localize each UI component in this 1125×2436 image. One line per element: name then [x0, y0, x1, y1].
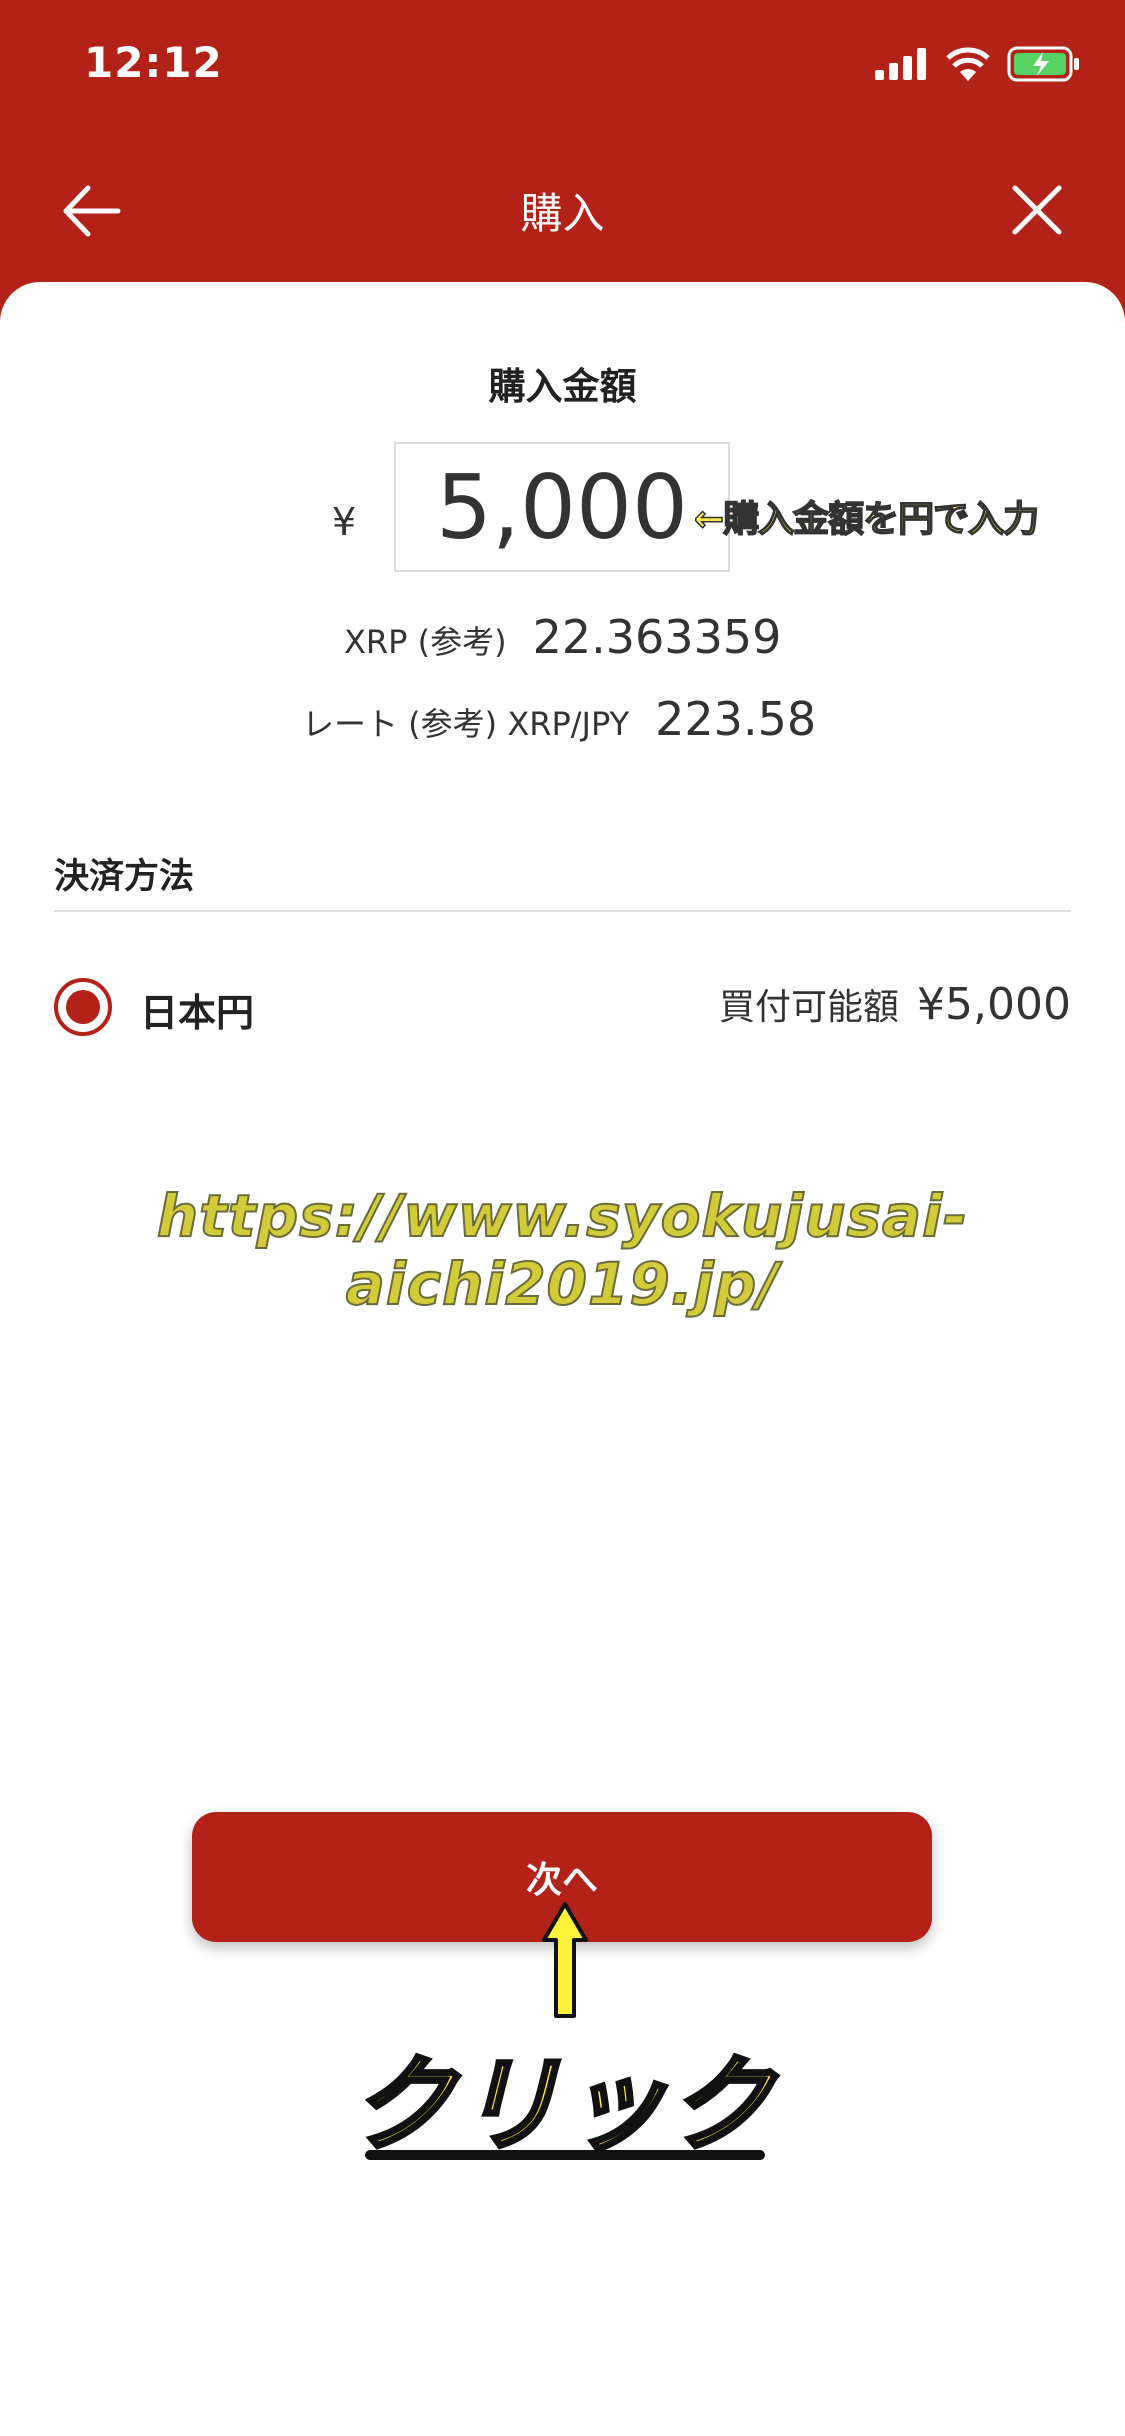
click-underline	[365, 2150, 765, 2160]
rate-label: レート (参考) XRP/JPY	[302, 705, 630, 743]
radio-selected-dot	[66, 990, 100, 1024]
currency-symbol: ¥	[332, 500, 357, 544]
amount-input[interactable]	[396, 444, 728, 570]
up-arrow-icon	[542, 1902, 588, 2018]
amount-title: 購入金額	[488, 365, 637, 408]
xrp-estimate-row: XRP (参考) 22.363359	[344, 610, 781, 664]
available-amount-label: 買付可能額	[719, 987, 900, 1028]
radio-button[interactable]	[54, 978, 112, 1036]
wifi-icon	[946, 47, 990, 81]
click-annotation: クリック	[348, 2042, 775, 2168]
close-icon[interactable]	[1005, 178, 1069, 242]
xrp-estimate-label: XRP (参考)	[344, 623, 507, 661]
status-time: 12:12	[84, 38, 223, 87]
xrp-estimate-value: 22.363359	[532, 610, 782, 664]
payment-option-jpy[interactable]: 日本円 買付可能額 ¥5,000	[54, 972, 1071, 1048]
amount-annotation: ←購入金額を円で入力	[693, 498, 1040, 541]
cellular-signal-icon	[875, 48, 926, 80]
payment-method-title: 決済方法	[54, 857, 195, 897]
navigation-bar: 購入	[0, 150, 1125, 265]
available-amount: 買付可能額 ¥5,000	[719, 978, 1071, 1030]
divider	[54, 910, 1071, 912]
status-icons	[875, 46, 1081, 82]
battery-charging-icon	[1007, 46, 1079, 82]
watermark-url: https://www.syokujusai-aichi2019.jp/	[156, 1181, 969, 1319]
payment-option-label: 日本円	[140, 991, 255, 1035]
status-bar: 12:12	[0, 0, 1125, 132]
page-title: 購入	[520, 189, 605, 238]
amount-field[interactable]	[394, 442, 730, 572]
rate-row: レート (参考) XRP/JPY 223.58	[302, 692, 816, 746]
available-amount-value: ¥5,000	[917, 979, 1071, 1030]
rate-value: 223.58	[655, 692, 817, 746]
